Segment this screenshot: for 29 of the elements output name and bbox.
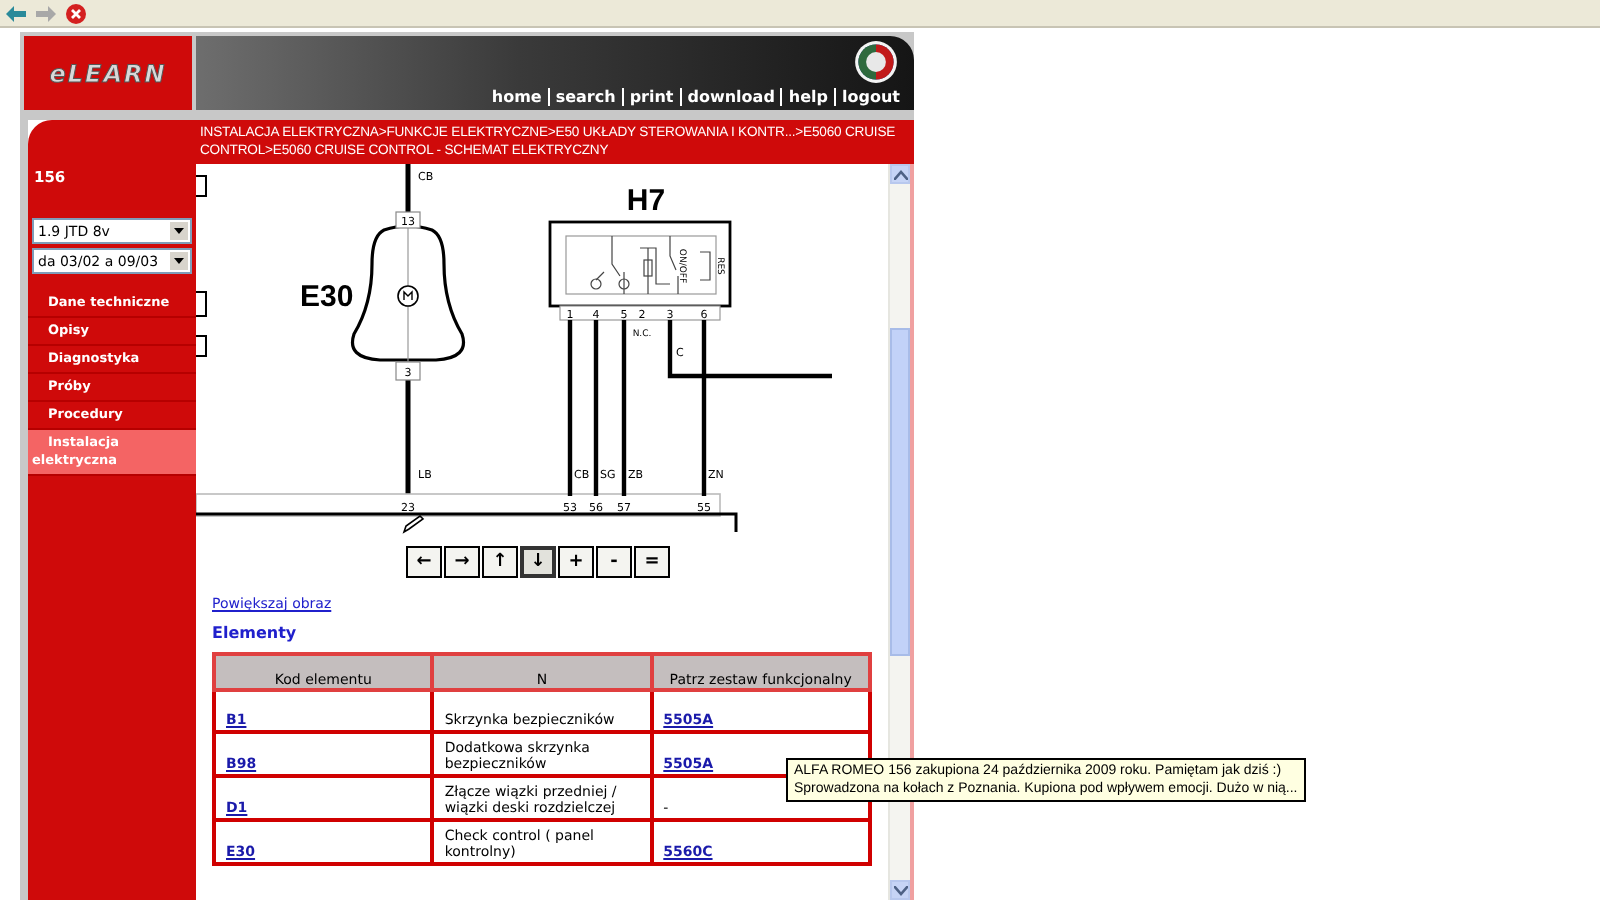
- stop-button[interactable]: [64, 1, 88, 25]
- dropdown-arrow-icon: [170, 252, 188, 270]
- header-link[interactable]: download: [679, 88, 781, 106]
- component-label: H7: [626, 184, 666, 218]
- elearn-logo: eLEARN: [49, 59, 167, 87]
- header-link[interactable]: search: [547, 88, 622, 106]
- diagram-nav-button[interactable]: ↑: [482, 546, 518, 578]
- back-button[interactable]: [4, 1, 28, 25]
- diagram-nav-button[interactable]: =: [634, 546, 670, 578]
- diagram-nav-button[interactable]: →: [444, 546, 480, 578]
- wire-line: [405, 380, 411, 496]
- wire-line: [405, 164, 411, 212]
- round-emblem-icon: [854, 40, 898, 84]
- diagram-nav-button[interactable]: +: [558, 546, 594, 578]
- diagram-nav-button[interactable]: -: [596, 546, 632, 578]
- scroll-up-icon[interactable]: [890, 164, 910, 184]
- motor-icon: [397, 227, 419, 363]
- section-title: Elementy: [212, 624, 299, 642]
- header-link[interactable]: help: [780, 88, 835, 106]
- scroll-down-icon[interactable]: [890, 880, 910, 900]
- diagram-nav-button[interactable]: ↓: [520, 546, 556, 578]
- diagram-nav-button[interactable]: ←: [406, 546, 442, 578]
- scroll-thumb[interactable]: [890, 328, 910, 656]
- header-link[interactable]: logout: [834, 88, 906, 106]
- dropdown-arrow-icon: [170, 222, 188, 240]
- motor-body-drawing: [350, 224, 466, 362]
- header-link[interactable]: print: [621, 88, 680, 106]
- header-link[interactable]: home: [485, 88, 548, 106]
- component-label: E30: [300, 280, 354, 314]
